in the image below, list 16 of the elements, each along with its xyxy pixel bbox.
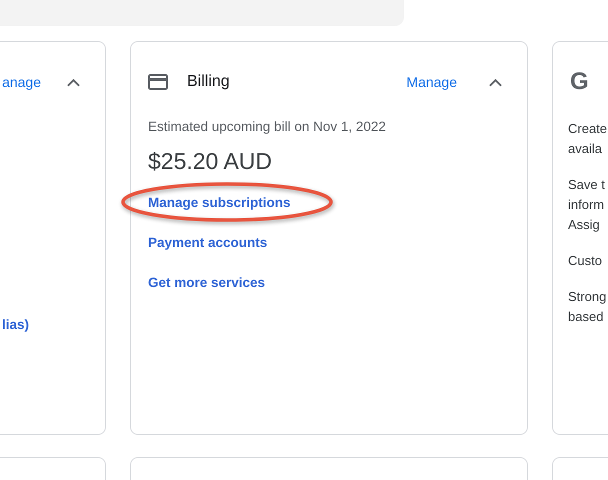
manage-link[interactable]: anage [2, 74, 41, 90]
card-title: Billing [187, 73, 230, 91]
bill-amount: $25.20 AUD [148, 147, 274, 175]
bill-caption: Estimated upcoming bill on Nov 1, 2022 [148, 118, 387, 136]
manage-link[interactable]: Manage [406, 74, 457, 90]
account-link[interactable]: lias) [2, 315, 30, 335]
credit-card-icon [148, 74, 168, 90]
chevron-icon[interactable] [489, 78, 502, 86]
g-logo: G [570, 68, 589, 96]
feature-text: Strong based [568, 288, 608, 326]
feature-text: Create availa [568, 120, 608, 158]
billing-link[interactable]: Payment accounts [148, 233, 268, 253]
billing-link[interactable]: Get more services [148, 273, 266, 293]
feature-text: Custo [568, 252, 603, 270]
feature-text: Save t inform Assig [568, 176, 606, 234]
chevron-icon[interactable] [67, 78, 80, 86]
